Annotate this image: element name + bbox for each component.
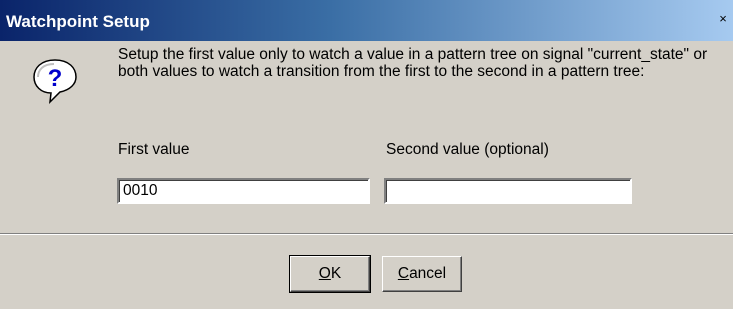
ok-button[interactable]: OK xyxy=(289,255,371,293)
question-icon: ? xyxy=(33,59,77,105)
close-icon[interactable]: × xyxy=(715,11,731,27)
second-value-label: Second value (optional) xyxy=(386,141,549,158)
cancel-label-rest: ancel xyxy=(409,265,447,282)
cancel-button[interactable]: Cancel xyxy=(382,256,462,292)
first-value-input[interactable] xyxy=(117,178,370,204)
first-value-label: First value xyxy=(118,141,190,158)
title-bar[interactable]: Watchpoint Setup × xyxy=(0,0,733,41)
dialog-title: Watchpoint Setup xyxy=(6,12,150,31)
watchpoint-setup-dialog: Watchpoint Setup × ? Setup the first val… xyxy=(0,0,733,309)
ok-mnemonic: O xyxy=(318,265,331,282)
ok-label-rest: K xyxy=(330,265,342,282)
button-separator xyxy=(0,233,733,235)
instruction-text: Setup the first value only to watch a va… xyxy=(118,46,708,80)
cancel-mnemonic: C xyxy=(397,265,410,282)
svg-text:?: ? xyxy=(48,65,63,92)
second-value-input[interactable] xyxy=(384,178,632,204)
